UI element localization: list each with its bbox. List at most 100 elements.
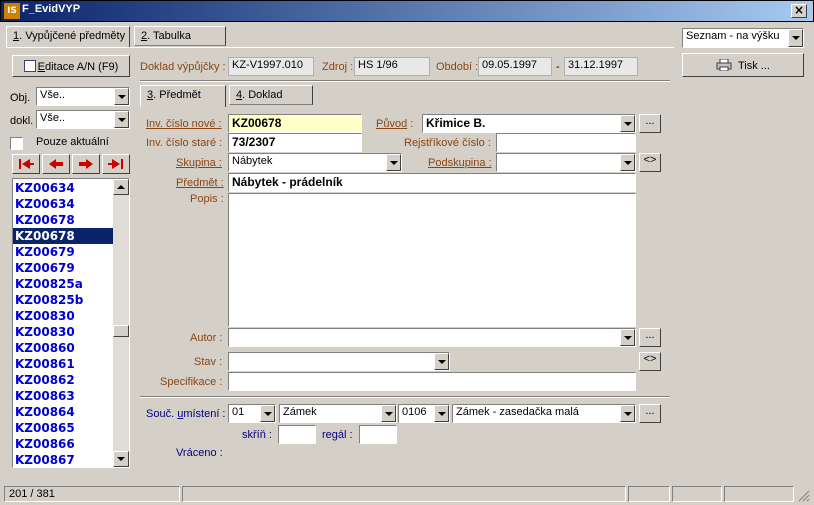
chevron-down-icon[interactable] [620,154,635,171]
edit-button[interactable]: Editace A/N (F9) [12,55,130,77]
tab-tabulka[interactable]: 2. Tabulka [134,26,226,46]
pouze-aktualni-checkbox[interactable] [10,137,23,150]
scroll-down-button[interactable] [113,451,129,467]
list-item[interactable]: KZ00830 [13,308,113,324]
obdobi-to: 31.12.1997 [564,57,638,76]
autor-lookup-button[interactable]: ... [639,328,661,347]
status-panel-3 [628,486,670,502]
doklad-value: KZ-V1997.010 [228,57,314,76]
list-item[interactable]: KZ00867 [13,452,113,467]
scroll-up-button[interactable] [113,179,129,195]
close-button[interactable]: × [791,4,807,18]
inv-stare-input[interactable]: 73/2307 [228,133,362,152]
scroll-thumb[interactable] [113,325,129,337]
specifikace-input[interactable] [228,372,636,391]
vraceno-label: Vráceno : [176,447,223,459]
chevron-down-icon[interactable] [620,115,635,132]
chevron-down-icon[interactable] [620,329,635,346]
edit-icon [23,60,36,72]
inv-nove-label: Inv. číslo nové : [146,118,222,130]
predmet-input[interactable]: Nábytek - prádelník [228,173,636,192]
list-scrollbar[interactable] [113,179,129,467]
podskupina-select[interactable] [496,153,636,172]
obj-label: Obj. [10,92,31,104]
puvod-lookup-button[interactable]: ... [639,114,661,133]
chevron-down-icon[interactable] [788,29,803,47]
list-item[interactable]: KZ00678 [13,212,113,228]
list-item[interactable]: KZ00825a [13,276,113,292]
rejstrikove-input[interactable] [496,133,636,152]
list-item[interactable]: KZ00864 [13,404,113,420]
umisteni-name2-select[interactable]: Zámek - zasedačka malá [452,404,636,423]
chevron-down-icon[interactable] [386,154,401,171]
chevron-down-icon[interactable] [114,111,129,128]
obdobi-label: Období : [436,61,479,73]
podskupina-label: Podskupina : [428,157,492,169]
dokl-select[interactable]: Vše.. [36,110,130,129]
list-item[interactable]: KZ00866 [13,436,113,452]
skupina-swap-button[interactable]: <> [639,153,661,172]
zdroj-label: Zdroj : [322,61,354,73]
last-record-button[interactable] [102,154,130,174]
next-record-button[interactable] [72,154,100,174]
umisteni-code2-select[interactable]: 0106 [398,404,450,423]
list-item[interactable]: KZ00679 [13,260,113,276]
puvod-select[interactable]: Křimice B. [422,114,636,133]
umisteni-label: Souč. umístení : [146,408,226,420]
umisteni-code1-select[interactable]: 01 [228,404,276,423]
chevron-down-icon[interactable] [260,405,275,422]
arrow-right-icon [79,159,93,169]
view-select[interactable]: Seznam - na výšku [682,28,804,48]
status-panel-5 [724,486,794,502]
prev-record-button[interactable] [42,154,70,174]
printer-icon [716,58,732,72]
obj-select[interactable]: Vše.. [36,87,130,106]
inv-nove-input[interactable]: KZ00678 [228,114,362,133]
chevron-down-icon[interactable] [114,88,129,105]
resize-grip-icon[interactable] [796,488,810,502]
skrin-input[interactable] [278,425,316,444]
list-item[interactable]: KZ00861 [13,356,113,372]
list-item[interactable]: KZ00860 [13,340,113,356]
list-item[interactable]: KZ00679 [13,244,113,260]
tab-doklad[interactable]: 4. Doklad [229,85,313,105]
chevron-down-icon[interactable] [620,405,635,422]
popis-textarea[interactable] [228,193,636,327]
tab-predmet[interactable]: 3. Předmět [140,85,226,107]
skupina-label: Skupina : [176,157,222,169]
first-record-button[interactable] [12,154,40,174]
list-item[interactable]: KZ00678 [13,228,113,244]
record-list-items: KZ00634 KZ00634 KZ00678 KZ00678 KZ00679 KZ006… [13,180,113,467]
obdobi-from: 09.05.1997 [478,57,552,76]
chevron-down-icon[interactable] [434,353,449,370]
stav-swap-button[interactable]: <> [639,352,661,371]
pouze-aktualni-label: Pouze aktuální [36,136,109,148]
first-icon [19,159,34,169]
status-panel-4 [672,486,722,502]
dokl-label: dokl. [10,115,34,127]
chevron-down-icon[interactable] [381,405,396,422]
chevron-down-icon[interactable] [434,405,449,422]
regal-input[interactable] [359,425,397,444]
puvod-label: Původ : [376,118,414,130]
record-list[interactable]: KZ00634 KZ00634 KZ00678 KZ00678 KZ00679 KZ006… [12,178,130,468]
tab-vypujcene-predmety[interactable]: 1. Vypůjčené předměty [6,26,130,48]
last-icon [108,159,123,169]
list-item[interactable]: KZ00830 [13,324,113,340]
rejstrikove-label: Rejstříkové číslo : [404,137,491,149]
location-separator [140,396,670,398]
list-item[interactable]: KZ00863 [13,388,113,404]
list-item[interactable]: KZ00862 [13,372,113,388]
regal-label: regál : [322,429,353,441]
umisteni-lookup-button[interactable]: ... [639,404,661,423]
list-item[interactable]: KZ00634 [13,180,113,196]
list-item[interactable]: KZ00865 [13,420,113,436]
print-button[interactable]: Tisk ... [682,53,804,77]
stav-select[interactable] [228,352,450,371]
list-item[interactable]: KZ00825b [13,292,113,308]
autor-select[interactable] [228,328,636,347]
skupina-select[interactable]: Nábytek [228,153,402,172]
doklad-label: Doklad výpůjčky : [140,61,226,73]
list-item[interactable]: KZ00634 [13,196,113,212]
umisteni-name1-select[interactable]: Zámek [279,404,397,423]
